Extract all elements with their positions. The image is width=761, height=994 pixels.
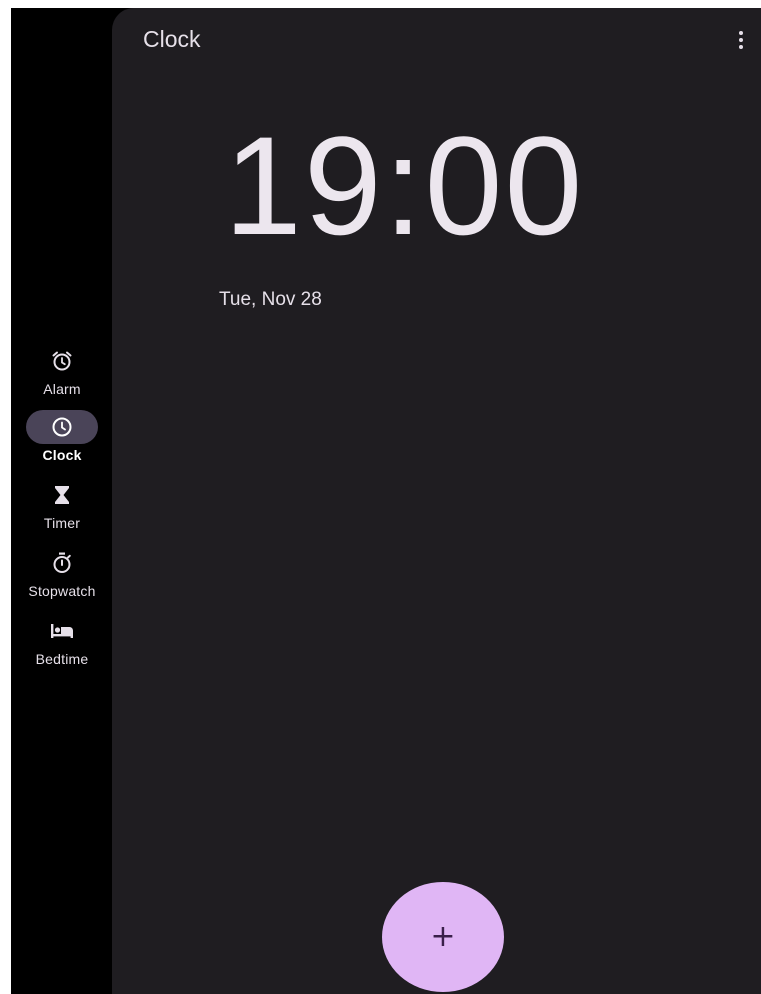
active-indicator (26, 410, 98, 444)
hourglass-icon (55, 486, 69, 504)
add-city-button[interactable]: + (382, 882, 504, 992)
clock-icon (52, 417, 72, 437)
more-options-button[interactable] (729, 28, 753, 52)
plus-icon: + (430, 919, 456, 954)
stopwatch-icon-wrap (26, 546, 98, 580)
alarm-icon-wrap (26, 344, 98, 378)
timer-icon-wrap (26, 478, 98, 512)
nav-label-timer: Timer (43, 515, 81, 531)
bedtime-icon-wrap (26, 614, 98, 648)
more-vert-icon (739, 31, 743, 35)
nav-label-stopwatch: Stopwatch (28, 583, 96, 599)
more-vert-icon-dot (739, 45, 743, 49)
page-title: Clock (143, 26, 201, 52)
alarm-icon (52, 351, 72, 371)
nav-item-alarm[interactable]: Alarm (11, 344, 113, 397)
current-time: 19:00 (224, 107, 585, 264)
navigation-rail: Alarm Clock Timer Stopwatch Bedtime (11, 8, 113, 994)
nav-item-clock[interactable]: Clock (11, 410, 113, 463)
nav-item-timer[interactable]: Timer (11, 478, 113, 531)
device-screen: Alarm Clock Timer Stopwatch Bedtime Cloc… (11, 8, 761, 994)
nav-label-bedtime: Bedtime (35, 651, 89, 667)
bed-icon (51, 624, 73, 638)
nav-item-stopwatch[interactable]: Stopwatch (11, 546, 113, 599)
stopwatch-icon (53, 552, 71, 573)
nav-label-clock: Clock (42, 447, 82, 463)
current-date: Tue, Nov 28 (219, 289, 322, 310)
nav-label-alarm: Alarm (43, 381, 81, 397)
more-vert-icon-dot (739, 38, 743, 42)
main-content: Clock 19:00 Tue, Nov 28 + (112, 8, 761, 994)
nav-item-bedtime[interactable]: Bedtime (11, 614, 113, 667)
